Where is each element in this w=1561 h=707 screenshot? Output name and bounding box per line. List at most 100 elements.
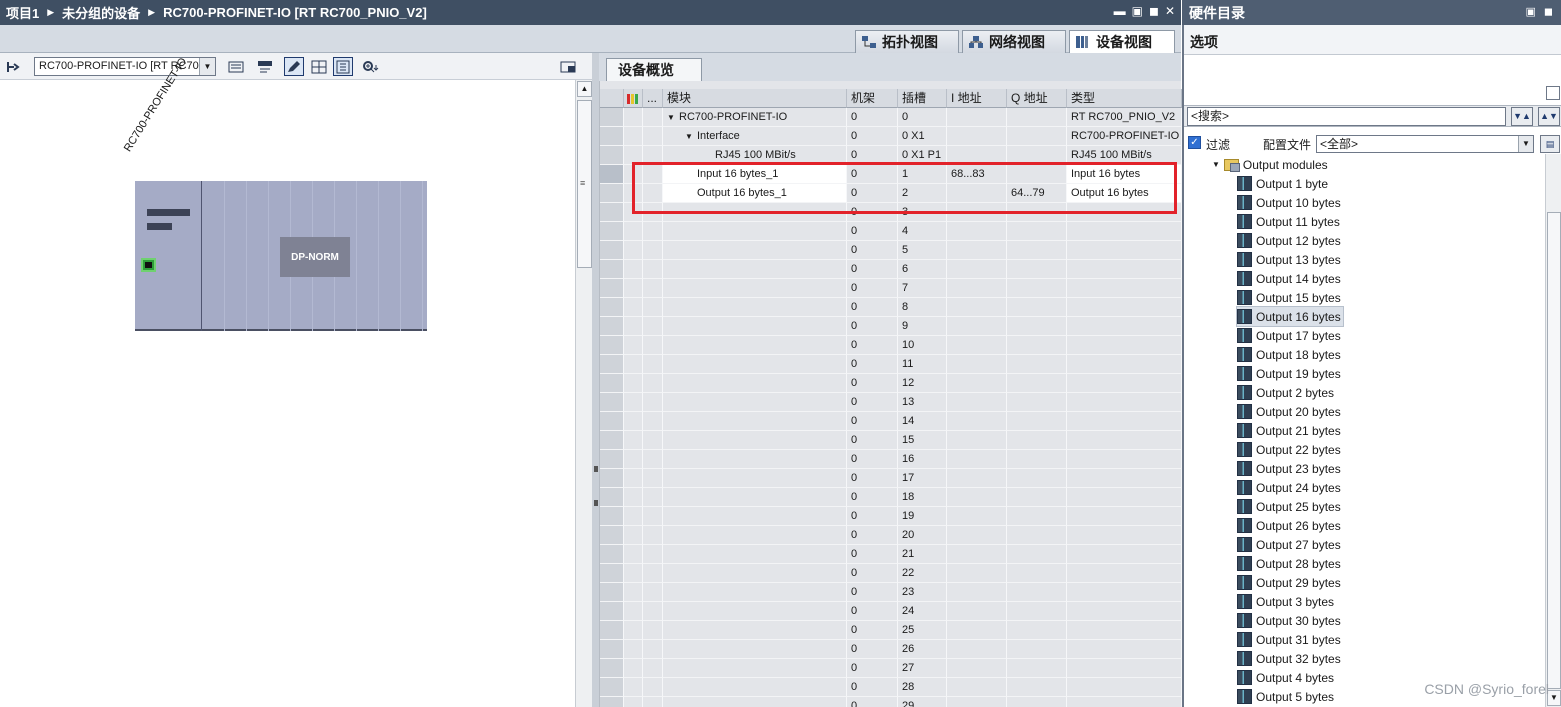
- row-module-cell[interactable]: [663, 298, 847, 317]
- row-module-cell[interactable]: [663, 412, 847, 431]
- scroll-up-icon[interactable]: ▲: [577, 81, 592, 97]
- device-canvas-scrollbar[interactable]: ▲ ≡: [575, 80, 592, 707]
- catalog-scrollbar[interactable]: ▼: [1545, 154, 1561, 707]
- tab-network-view[interactable]: 网络视图: [962, 30, 1066, 53]
- header-status-column[interactable]: [624, 89, 643, 108]
- table-row[interactable]: 0 14: [600, 412, 1182, 431]
- catalog-item[interactable]: Output 14 bytes: [1237, 269, 1343, 288]
- table-row[interactable]: 0 21: [600, 545, 1182, 564]
- tree-folder-output-modules[interactable]: ▼ Output modules: [1212, 155, 1328, 174]
- table-row[interactable]: 07: [600, 279, 1182, 298]
- row-i-address-cell[interactable]: [947, 640, 1007, 659]
- table-row[interactable]: 0 19: [600, 507, 1182, 526]
- row-i-address-cell[interactable]: [947, 621, 1007, 640]
- row-q-address-cell[interactable]: [1007, 545, 1067, 564]
- minimize-icon[interactable]: ▬: [1114, 4, 1126, 18]
- header-slot[interactable]: 插槽: [898, 89, 947, 108]
- row-i-address-cell[interactable]: [947, 279, 1007, 298]
- breadcrumb-project[interactable]: 项目1: [6, 3, 39, 22]
- catalog-item[interactable]: Output 17 bytes: [1237, 326, 1343, 345]
- row-q-address-cell[interactable]: [1007, 602, 1067, 621]
- table-row[interactable]: 04: [600, 222, 1182, 241]
- table-row[interactable]: 0 29: [600, 697, 1182, 707]
- catalog-item[interactable]: Output 1 byte: [1237, 174, 1330, 193]
- row-q-address-cell[interactable]: [1007, 241, 1067, 260]
- catalog-search-input[interactable]: <搜索>: [1187, 107, 1506, 126]
- row-module-cell[interactable]: [663, 678, 847, 697]
- catalog-item[interactable]: Output 3 bytes: [1237, 592, 1336, 611]
- row-q-address-cell[interactable]: [1007, 127, 1067, 146]
- catalog-item[interactable]: Output 27 bytes: [1237, 535, 1343, 554]
- table-row[interactable]: 0 27: [600, 659, 1182, 678]
- row-q-address-cell[interactable]: [1007, 678, 1067, 697]
- table-row[interactable]: 0 23: [600, 583, 1182, 602]
- breadcrumb-device[interactable]: RC700-PROFINET-IO [RT RC700_PNIO_V2]: [163, 5, 427, 20]
- row-q-address-cell[interactable]: [1007, 469, 1067, 488]
- tab-device-overview[interactable]: 设备概览: [606, 58, 702, 81]
- catalog-item[interactable]: Output 2 bytes: [1237, 383, 1336, 402]
- row-q-address-cell[interactable]: [1007, 564, 1067, 583]
- header-type[interactable]: 类型: [1067, 89, 1182, 108]
- maximize-icon[interactable]: ◼: [1544, 5, 1553, 18]
- catalog-item[interactable]: Output 22 bytes: [1237, 440, 1343, 459]
- options-section-label[interactable]: 选项: [1184, 25, 1561, 55]
- row-i-address-cell[interactable]: [947, 412, 1007, 431]
- table-row[interactable]: 08: [600, 298, 1182, 317]
- search-up-icon[interactable]: ▲▼: [1538, 107, 1560, 126]
- row-q-address-cell[interactable]: [1007, 260, 1067, 279]
- expand-arrow-icon[interactable]: ▼: [667, 108, 679, 126]
- catalog-item[interactable]: Output 24 bytes: [1237, 478, 1343, 497]
- table-row[interactable]: 0 25: [600, 621, 1182, 640]
- row-module-cell[interactable]: ▼ RC700-PROFINET-IO: [663, 108, 847, 127]
- row-q-address-cell[interactable]: [1007, 336, 1067, 355]
- table-row[interactable]: 0 10: [600, 336, 1182, 355]
- chevron-down-icon[interactable]: ▼: [199, 58, 215, 75]
- catalog-item[interactable]: Output 19 bytes: [1237, 364, 1343, 383]
- row-module-cell[interactable]: [663, 640, 847, 659]
- catalog-item[interactable]: Output 23 bytes: [1237, 459, 1343, 478]
- row-i-address-cell[interactable]: [947, 450, 1007, 469]
- table-row[interactable]: 0 20: [600, 526, 1182, 545]
- row-i-address-cell[interactable]: [947, 336, 1007, 355]
- tab-topology-view[interactable]: 拓扑视图: [855, 30, 959, 53]
- scroll-down-icon[interactable]: ▼: [1547, 690, 1561, 706]
- row-i-address-cell[interactable]: [947, 355, 1007, 374]
- row-q-address-cell[interactable]: [1007, 222, 1067, 241]
- catalog-item[interactable]: Output 30 bytes: [1237, 611, 1343, 630]
- catalog-item[interactable]: Output 12 bytes: [1237, 231, 1343, 250]
- table-row[interactable]: 0 11: [600, 355, 1182, 374]
- row-q-address-cell[interactable]: [1007, 659, 1067, 678]
- row-module-cell[interactable]: [663, 545, 847, 564]
- row-i-address-cell[interactable]: [947, 545, 1007, 564]
- header-rack[interactable]: 机架: [847, 89, 898, 108]
- row-q-address-cell[interactable]: [1007, 526, 1067, 545]
- ethernet-port-icon[interactable]: [141, 258, 156, 272]
- scroll-thumb[interactable]: [1547, 212, 1561, 689]
- row-i-address-cell[interactable]: [947, 374, 1007, 393]
- row-i-address-cell[interactable]: [947, 602, 1007, 621]
- row-i-address-cell[interactable]: [947, 241, 1007, 260]
- row-i-address-cell[interactable]: [947, 526, 1007, 545]
- profile-select[interactable]: <全部> ▼: [1316, 135, 1534, 153]
- row-module-cell[interactable]: [663, 222, 847, 241]
- row-module-cell[interactable]: [663, 355, 847, 374]
- search-down-icon[interactable]: ▼▲: [1511, 107, 1533, 126]
- splitter-handle-icon[interactable]: [594, 466, 598, 472]
- header-module[interactable]: 模块: [663, 89, 847, 108]
- catalog-item[interactable]: Output 5 bytes: [1237, 687, 1336, 706]
- table-view-icon[interactable]: [333, 57, 353, 76]
- catalog-item[interactable]: Output 28 bytes: [1237, 554, 1343, 573]
- catalog-item[interactable]: Output 11 bytes: [1237, 212, 1342, 231]
- row-i-address-cell[interactable]: [947, 222, 1007, 241]
- table-row[interactable]: 0 16: [600, 450, 1182, 469]
- row-q-address-cell[interactable]: [1007, 450, 1067, 469]
- row-module-cell[interactable]: [663, 279, 847, 298]
- row-i-address-cell[interactable]: [947, 108, 1007, 127]
- catalog-item[interactable]: Output 26 bytes: [1237, 516, 1343, 535]
- row-q-address-cell[interactable]: [1007, 583, 1067, 602]
- catalog-item[interactable]: Output 18 bytes: [1237, 345, 1343, 364]
- show-names-icon[interactable]: [255, 57, 275, 76]
- chevron-down-icon[interactable]: ▼: [1212, 160, 1220, 169]
- table-row[interactable]: ▼ RC700-PROFINET-IO 0 0 RT RC700_PNIO_V2: [600, 108, 1182, 127]
- row-q-address-cell[interactable]: [1007, 279, 1067, 298]
